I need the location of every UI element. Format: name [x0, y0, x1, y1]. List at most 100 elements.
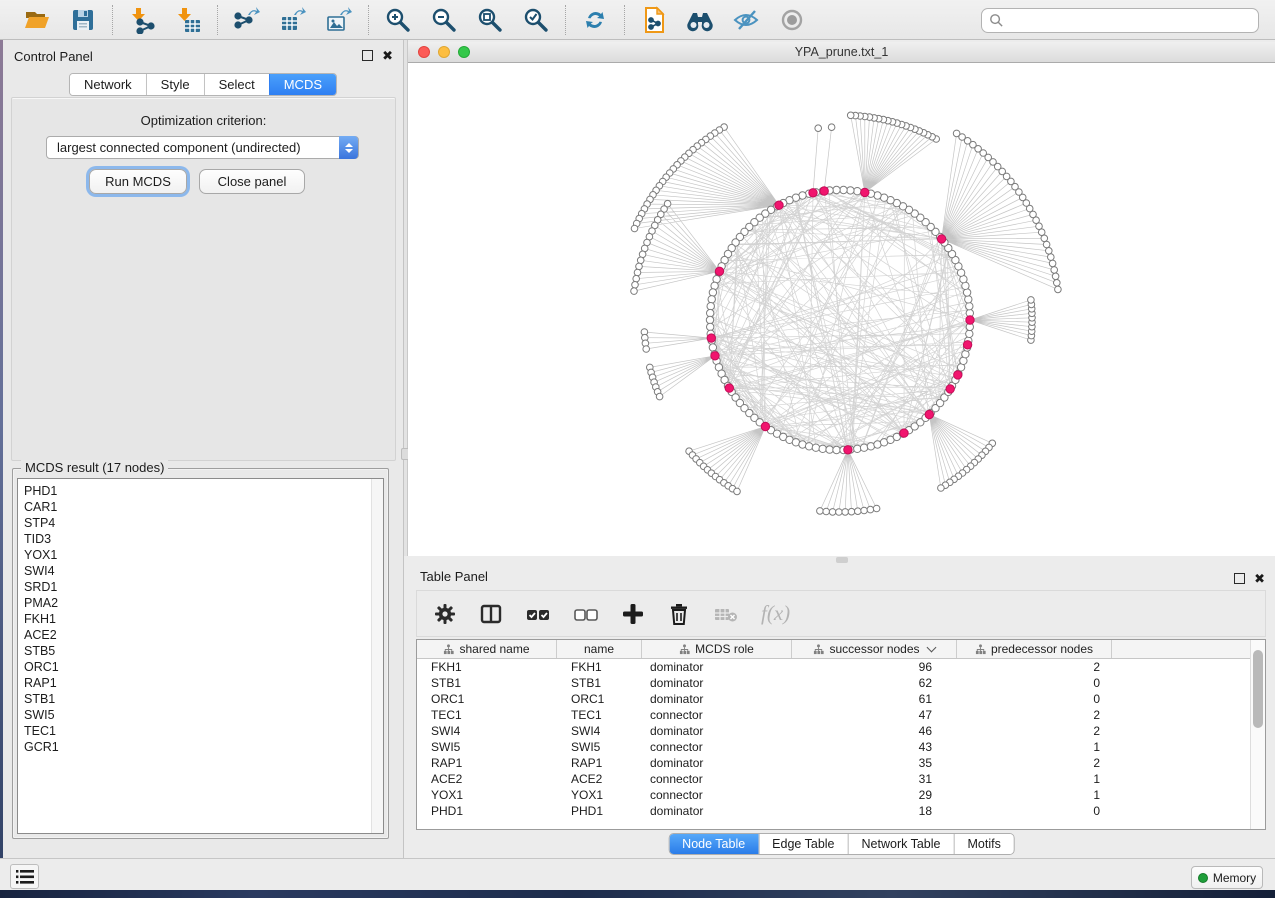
network-node[interactable]: [833, 446, 840, 453]
task-history-button[interactable]: [10, 864, 39, 889]
export-table-icon[interactable]: [278, 5, 308, 35]
table-row[interactable]: ORC1ORC1dominator610: [417, 691, 1250, 707]
network-node[interactable]: [711, 282, 718, 289]
network-node[interactable]: [867, 506, 874, 513]
network-node[interactable]: [709, 289, 716, 296]
network-node[interactable]: [708, 296, 715, 303]
network-node[interactable]: [1043, 241, 1050, 248]
table-row[interactable]: STB1STB1dominator620: [417, 675, 1250, 691]
network-node[interactable]: [637, 257, 644, 264]
mcds-hub-node[interactable]: [946, 385, 954, 393]
network-node[interactable]: [826, 446, 833, 453]
tab-edge-table[interactable]: Edge Table: [758, 834, 847, 854]
network-node[interactable]: [962, 351, 969, 358]
mcds-result-item[interactable]: GCR1: [24, 739, 383, 755]
mcds-hub-node[interactable]: [963, 341, 971, 349]
mcds-hub-node[interactable]: [954, 371, 962, 379]
table-settings-gear-icon[interactable]: [433, 602, 457, 626]
show-all-icon[interactable]: [777, 5, 807, 35]
network-node[interactable]: [632, 282, 639, 289]
deselect-all-columns-icon[interactable]: [573, 602, 599, 626]
table-row[interactable]: TEC1TEC1connector472: [417, 707, 1250, 723]
mcds-result-item[interactable]: STB5: [24, 643, 383, 659]
network-node[interactable]: [840, 186, 847, 193]
column-header-name[interactable]: name: [557, 640, 642, 658]
horizontal-splitter[interactable]: [408, 556, 1275, 563]
column-header-shared-name[interactable]: shared name: [417, 640, 557, 658]
mcds-result-item[interactable]: FKH1: [24, 611, 383, 627]
mcds-result-item[interactable]: CAR1: [24, 499, 383, 515]
tab-node-table[interactable]: Node Table: [669, 834, 758, 854]
mcds-result-item[interactable]: PMA2: [24, 595, 383, 611]
network-node[interactable]: [812, 444, 819, 451]
float-panel-icon[interactable]: [362, 50, 373, 61]
mcds-result-item[interactable]: PHD1: [24, 483, 383, 499]
network-node[interactable]: [847, 112, 854, 119]
network-node[interactable]: [953, 130, 960, 137]
column-header-predecessor-nodes[interactable]: predecessor nodes: [957, 640, 1112, 658]
mcds-result-item[interactable]: ORC1: [24, 659, 383, 675]
float-panel-icon[interactable]: [1234, 573, 1245, 584]
network-node[interactable]: [873, 505, 880, 512]
network-node[interactable]: [819, 445, 826, 452]
memory-button[interactable]: Memory: [1191, 866, 1263, 889]
network-node[interactable]: [1054, 280, 1061, 287]
table-row[interactable]: RAP1RAP1dominator352: [417, 755, 1250, 771]
mcds-hub-node[interactable]: [861, 188, 869, 196]
network-node[interactable]: [1051, 267, 1058, 274]
mcds-hub-node[interactable]: [707, 334, 715, 342]
select-all-columns-icon[interactable]: [525, 602, 551, 626]
tab-mcds[interactable]: MCDS: [269, 74, 336, 95]
network-node[interactable]: [842, 509, 849, 516]
network-node[interactable]: [656, 393, 663, 400]
network-node[interactable]: [965, 296, 972, 303]
network-node[interactable]: [847, 187, 854, 194]
network-node[interactable]: [734, 488, 741, 495]
mcds-hub-node[interactable]: [715, 267, 723, 275]
network-node[interactable]: [1052, 273, 1059, 280]
export-image-icon[interactable]: [324, 5, 354, 35]
mcds-hub-node[interactable]: [820, 187, 828, 195]
network-node[interactable]: [815, 125, 822, 132]
network-node[interactable]: [1055, 286, 1062, 293]
mcds-result-item[interactable]: SRD1: [24, 579, 383, 595]
mcds-hub-node[interactable]: [925, 410, 933, 418]
result-list-scrollbar[interactable]: [371, 479, 383, 833]
network-canvas[interactable]: [408, 63, 1275, 556]
zoom-fit-icon[interactable]: [475, 5, 505, 35]
mcds-hub-node[interactable]: [809, 189, 817, 197]
table-scrollbar-thumb[interactable]: [1253, 650, 1263, 728]
tab-motifs[interactable]: Motifs: [953, 834, 1013, 854]
node-table[interactable]: shared namenameMCDS rolesuccessor nodesp…: [416, 639, 1266, 830]
table-row[interactable]: PHD1PHD1dominator180: [417, 803, 1250, 819]
table-row[interactable]: SWI4SWI4dominator462: [417, 723, 1250, 739]
network-node[interactable]: [938, 485, 945, 492]
network-node[interactable]: [1049, 260, 1056, 267]
close-panel-icon[interactable]: ✖: [1254, 573, 1265, 584]
network-node[interactable]: [860, 444, 867, 451]
network-node[interactable]: [631, 288, 638, 295]
network-node[interactable]: [836, 509, 843, 516]
network-node[interactable]: [707, 303, 714, 310]
network-node[interactable]: [829, 509, 836, 516]
mcds-result-item[interactable]: YOX1: [24, 547, 383, 563]
close-panel-button[interactable]: Close panel: [199, 169, 305, 194]
mcds-result-item[interactable]: RAP1: [24, 675, 383, 691]
network-node[interactable]: [636, 263, 643, 270]
mcds-hub-node[interactable]: [711, 352, 719, 360]
mcds-hub-node[interactable]: [761, 422, 769, 430]
network-node[interactable]: [634, 269, 641, 276]
import-table-icon[interactable]: [173, 5, 203, 35]
hide-selected-icon[interactable]: [731, 5, 761, 35]
zoom-out-icon[interactable]: [429, 5, 459, 35]
save-session-icon[interactable]: [68, 5, 98, 35]
network-node[interactable]: [706, 316, 713, 323]
network-window-titlebar[interactable]: YPA_prune.txt_1: [408, 42, 1275, 63]
network-node[interactable]: [707, 323, 714, 330]
table-row[interactable]: FKH1FKH1dominator962: [417, 659, 1250, 675]
mcds-hub-node[interactable]: [937, 235, 945, 243]
column-header-mcds-role[interactable]: MCDS role: [642, 640, 792, 658]
network-node[interactable]: [707, 309, 714, 316]
zoom-in-icon[interactable]: [383, 5, 413, 35]
search-input[interactable]: [1004, 13, 1258, 28]
